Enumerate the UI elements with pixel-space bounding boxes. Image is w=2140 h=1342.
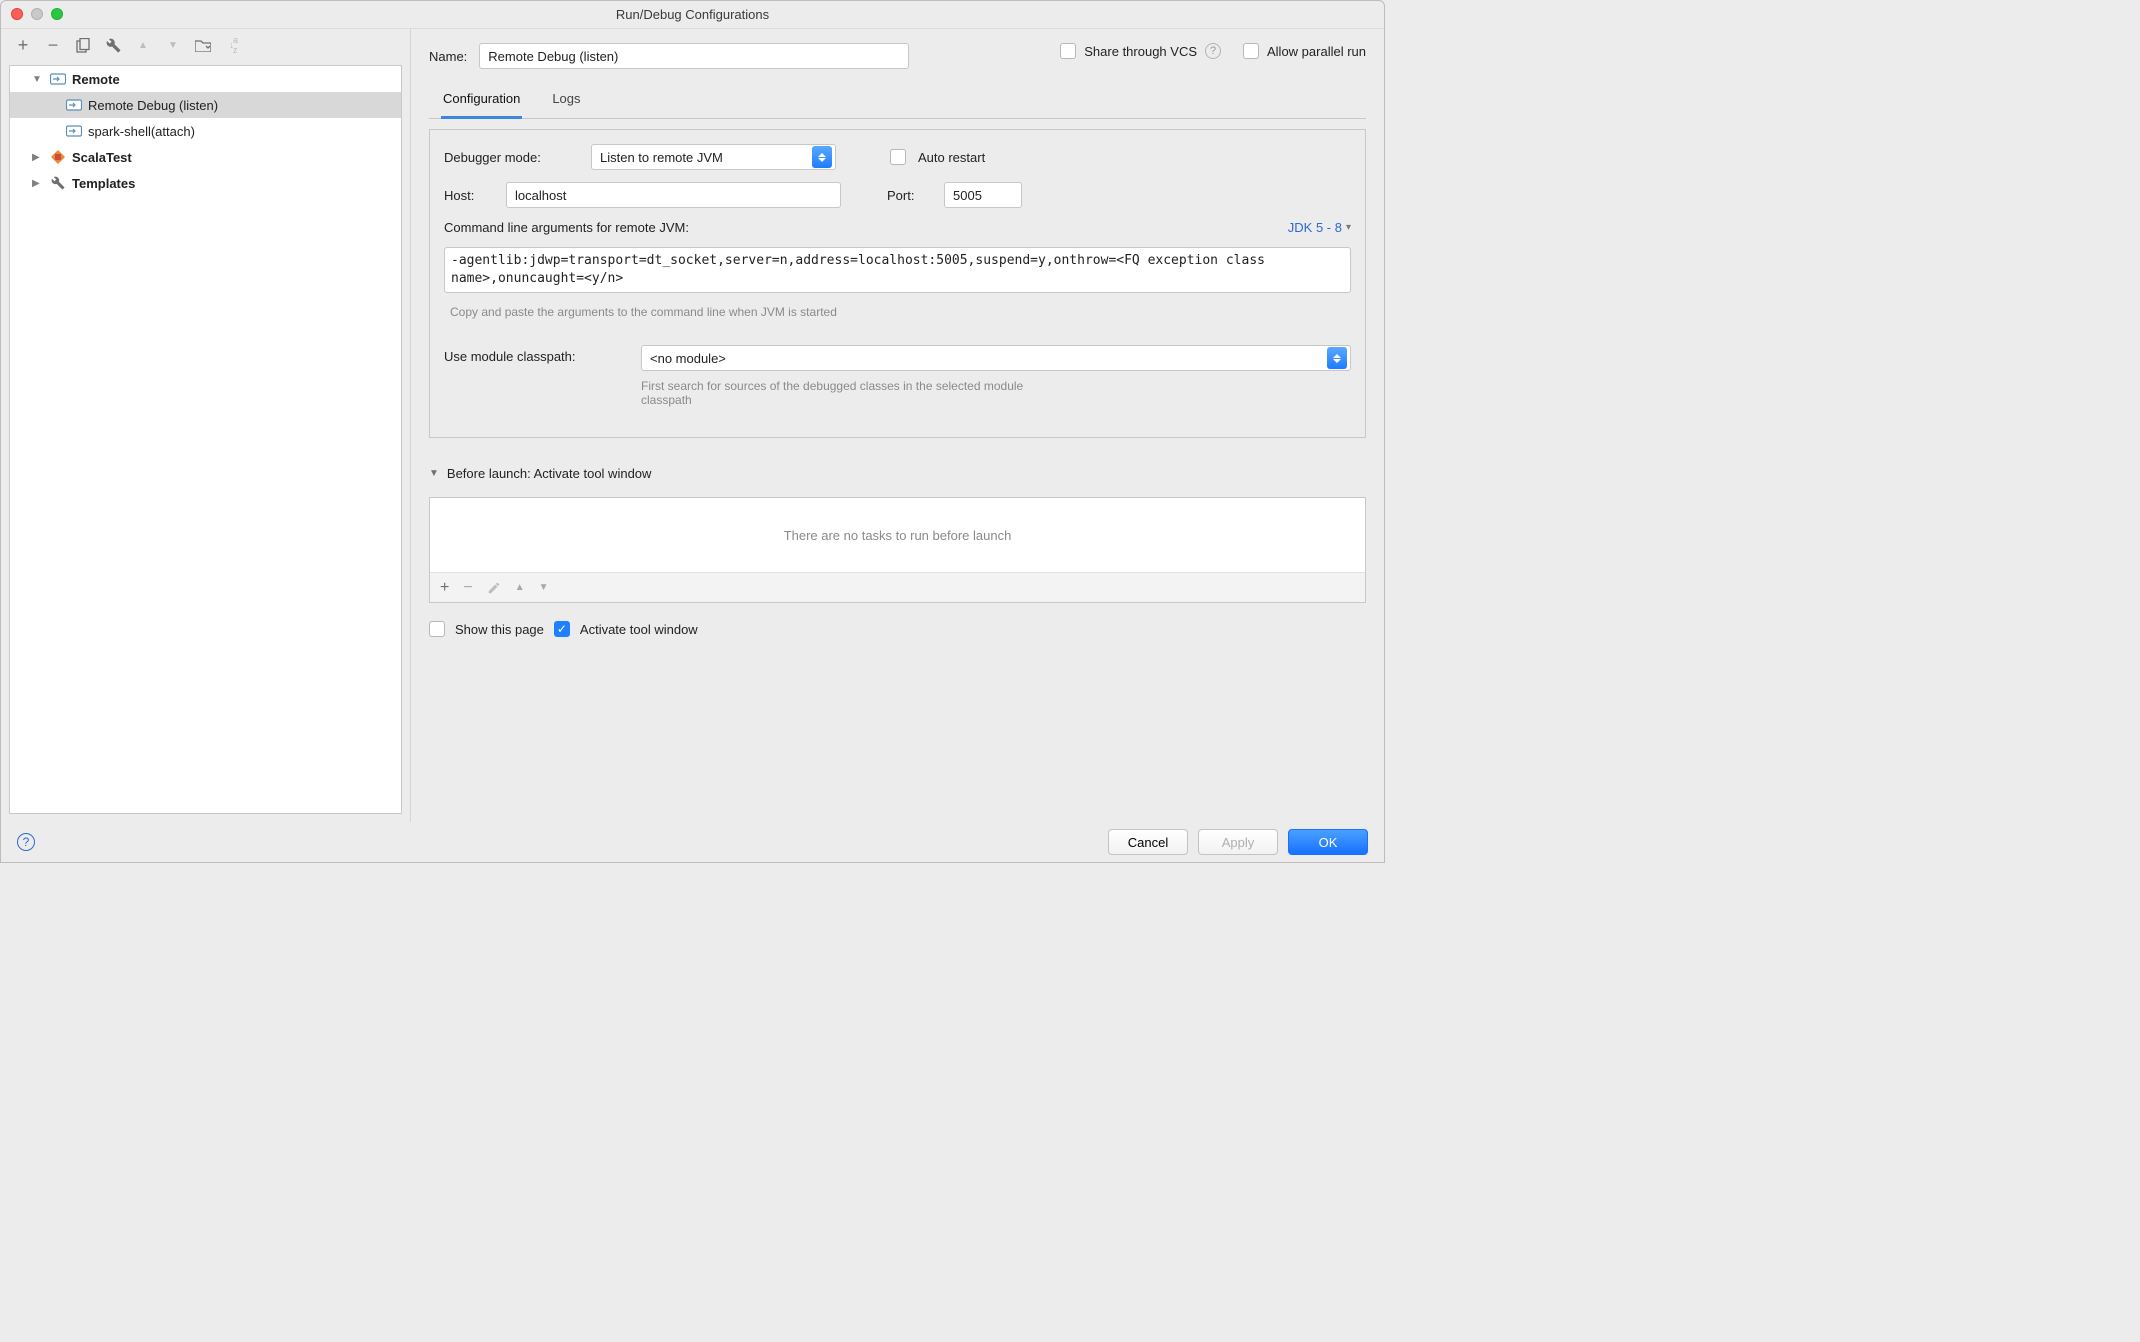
jdk-version-dropdown[interactable]: JDK 5 - 8 ▾: [1288, 220, 1351, 235]
before-launch-empty: There are no tasks to run before launch: [430, 498, 1365, 572]
allow-parallel-label: Allow parallel run: [1267, 44, 1366, 59]
dialog-footer: ? Cancel Apply OK: [1, 822, 1384, 862]
share-vcs-checkbox[interactable]: [1060, 43, 1076, 59]
scalatest-icon: [50, 150, 66, 164]
port-label: Port:: [887, 188, 932, 203]
chevron-down-icon: ▼: [32, 74, 44, 85]
chevron-right-icon: ▶: [32, 152, 44, 163]
add-task-button[interactable]: +: [440, 579, 449, 597]
folder-icon[interactable]: [195, 37, 211, 53]
before-launch-title: Before launch: Activate tool window: [447, 466, 652, 481]
window-controls: [11, 8, 63, 20]
settings-icon[interactable]: [105, 37, 121, 53]
remove-button[interactable]: −: [45, 37, 61, 53]
move-down-button[interactable]: ▼: [539, 582, 549, 593]
cancel-button[interactable]: Cancel: [1108, 829, 1188, 855]
host-input[interactable]: [506, 182, 841, 208]
down-button[interactable]: ▼: [165, 37, 181, 53]
cli-args-label: Command line arguments for remote JVM:: [444, 220, 689, 235]
edit-task-button[interactable]: [487, 581, 501, 595]
configuration-panel: Debugger mode: Listen to remote JVM Auto…: [429, 129, 1366, 438]
show-this-page-label: Show this page: [455, 622, 544, 637]
help-icon[interactable]: ?: [1205, 43, 1221, 59]
module-classpath-select[interactable]: <no module>: [641, 345, 1351, 371]
left-pane: + − ▲ ▼ ↓az ▼: [1, 29, 411, 822]
module-classpath-value: <no module>: [650, 351, 726, 366]
before-launch-toolbar: + − ▲ ▼: [430, 572, 1365, 602]
chevron-down-icon: ▾: [1346, 222, 1351, 233]
select-stepper-icon: [1327, 347, 1347, 369]
help-button[interactable]: ?: [17, 833, 35, 851]
activate-tool-window-checkbox[interactable]: ✓: [554, 621, 570, 637]
tree-node-spark-shell-attach[interactable]: spark-shell(attach): [10, 118, 401, 144]
titlebar: Run/Debug Configurations: [1, 1, 1384, 29]
auto-restart-checkbox[interactable]: [890, 149, 906, 165]
allow-parallel-checkbox[interactable]: [1243, 43, 1259, 59]
module-classpath-hint: First search for sources of the debugged…: [641, 379, 1071, 407]
before-launch-panel: There are no tasks to run before launch …: [429, 497, 1366, 603]
tab-configuration[interactable]: Configuration: [441, 83, 522, 119]
apply-button[interactable]: Apply: [1198, 829, 1278, 855]
select-stepper-icon: [812, 146, 832, 168]
tree-label: Templates: [72, 176, 135, 191]
copy-button[interactable]: [75, 37, 91, 53]
dialog-window: Run/Debug Configurations + − ▲ ▼ ↓az: [0, 0, 1385, 863]
share-vcs-label: Share through VCS: [1084, 44, 1197, 59]
module-classpath-label: Use module classpath:: [444, 345, 629, 364]
show-this-page-checkbox[interactable]: [429, 621, 445, 637]
remote-icon: [66, 124, 82, 138]
chevron-down-icon[interactable]: ▼: [429, 468, 439, 479]
up-button[interactable]: ▲: [135, 37, 151, 53]
cli-args-textarea[interactable]: [444, 247, 1351, 293]
tree-node-scalatest[interactable]: ▶ ScalaTest: [10, 144, 401, 170]
ok-button[interactable]: OK: [1288, 829, 1368, 855]
debugger-mode-select[interactable]: Listen to remote JVM: [591, 144, 836, 170]
remote-icon: [50, 72, 66, 86]
right-pane: Name: Share through VCS ? Allow parallel…: [411, 29, 1384, 822]
tab-bar: Configuration Logs: [429, 83, 1366, 119]
activate-tool-window-label: Activate tool window: [580, 622, 698, 637]
host-label: Host:: [444, 188, 494, 203]
tree-node-templates[interactable]: ▶ Templates: [10, 170, 401, 196]
tree-label: ScalaTest: [72, 150, 132, 165]
remote-icon: [66, 98, 82, 112]
minimize-icon[interactable]: [31, 8, 43, 20]
sort-button[interactable]: ↓az: [225, 37, 241, 53]
tree-label: spark-shell(attach): [88, 124, 195, 139]
tree-node-remote[interactable]: ▼ Remote: [10, 66, 401, 92]
name-input[interactable]: [479, 43, 909, 69]
window-title: Run/Debug Configurations: [616, 7, 769, 22]
auto-restart-label: Auto restart: [918, 150, 985, 165]
debugger-mode-value: Listen to remote JVM: [600, 150, 723, 165]
move-up-button[interactable]: ▲: [515, 582, 525, 593]
cli-args-hint: Copy and paste the arguments to the comm…: [444, 305, 1351, 319]
tree-node-remote-debug-listen[interactable]: Remote Debug (listen): [10, 92, 401, 118]
config-toolbar: + − ▲ ▼ ↓az: [1, 29, 410, 61]
name-label: Name:: [429, 49, 467, 64]
remove-task-button[interactable]: −: [463, 579, 472, 597]
config-tree[interactable]: ▼ Remote Remote Debug (listen): [9, 65, 402, 814]
close-icon[interactable]: [11, 8, 23, 20]
tree-label: Remote Debug (listen): [88, 98, 218, 113]
tab-logs[interactable]: Logs: [550, 83, 582, 118]
header-options: Share through VCS ? Allow parallel run: [1060, 43, 1366, 59]
maximize-icon[interactable]: [51, 8, 63, 20]
tree-label: Remote: [72, 72, 120, 87]
wrench-icon: [50, 176, 66, 190]
debugger-mode-label: Debugger mode:: [444, 150, 579, 165]
port-input[interactable]: [944, 182, 1022, 208]
chevron-right-icon: ▶: [32, 178, 44, 189]
add-button[interactable]: +: [15, 37, 31, 53]
